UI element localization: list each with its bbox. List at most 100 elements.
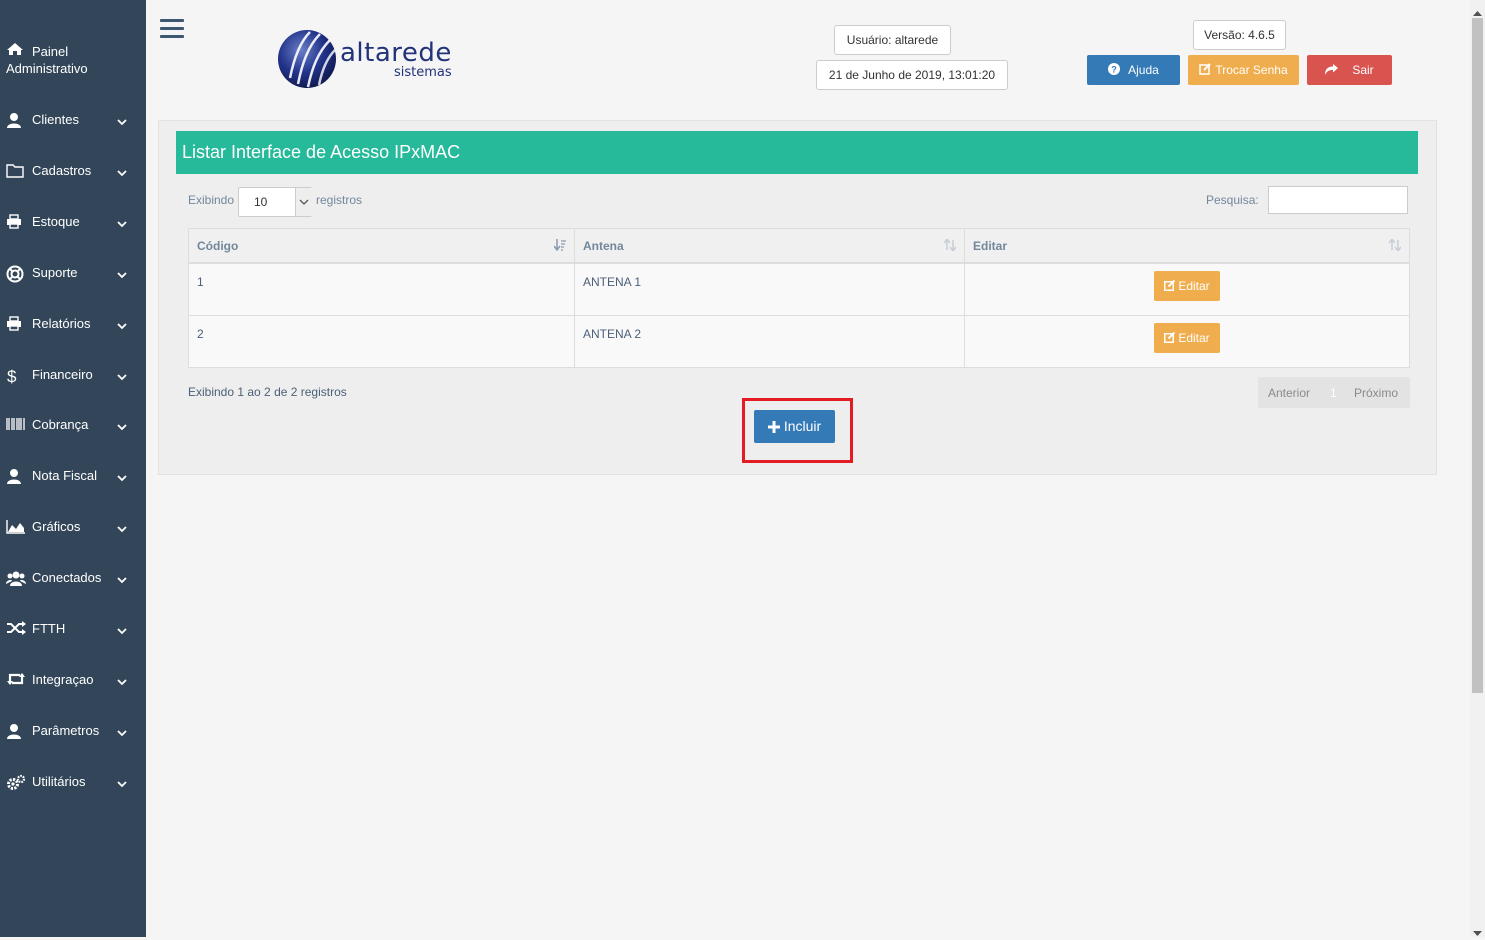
cell-editar: Editar — [964, 315, 1410, 368]
printer-icon — [6, 214, 26, 230]
exit-button[interactable]: Sair — [1307, 55, 1392, 85]
cell-codigo: 2 — [188, 315, 575, 368]
sidebar-item-financeiro[interactable]: $ Financeiro — [0, 358, 146, 392]
sort-both-icon — [1388, 237, 1402, 254]
help-button[interactable]: ? Ajuda — [1087, 55, 1180, 85]
sidebar-item-label: Cadastros — [32, 162, 92, 178]
user-icon — [6, 723, 26, 739]
chevron-down-icon — [117, 777, 127, 787]
sidebar-item-parâmetros[interactable]: Parâmetros — [0, 714, 146, 748]
include-label: Incluir — [783, 418, 822, 434]
sidebar-item-gráficos[interactable]: Gráficos — [0, 510, 146, 544]
sidebar-item-label: Financeiro — [32, 366, 93, 382]
column-header-codigo[interactable]: Código — [188, 228, 575, 264]
chevron-down-icon — [117, 319, 127, 329]
panel-title-bar: Listar Interface de Acesso IPxMAC — [176, 131, 1418, 174]
sidebar-item-label: Clientes — [32, 112, 79, 127]
cogs-icon — [6, 774, 26, 790]
logo-subtext: sistemas — [394, 65, 452, 80]
sidebar-item-label: Cobrança — [32, 417, 89, 433]
chevron-down-icon — [117, 217, 127, 228]
length-prefix: Exibindo — [188, 193, 235, 207]
column-header-antena[interactable]: Antena — [574, 228, 965, 264]
sidebar-item-integraçao[interactable]: Integraçao — [0, 663, 146, 697]
cell-codigo: 1 — [188, 262, 575, 316]
sidebar-item-label: Parâmetros — [32, 722, 100, 738]
sidebar-item-cobrança[interactable]: Cobrança — [0, 408, 146, 442]
sidebar-home-sublabel: Administrativo — [6, 61, 88, 76]
retweet-icon — [6, 672, 26, 688]
chevron-down-icon — [117, 166, 127, 177]
sidebar-item-label: Conectados — [32, 570, 102, 586]
page-length-select[interactable]: 10 — [238, 187, 312, 217]
dollar-icon: $ — [6, 367, 26, 386]
sidebar-item-label: Nota Fiscal — [32, 468, 98, 484]
exit-label: Sair — [1352, 63, 1374, 77]
table-row: 2 ANTENA 2 Editar — [188, 315, 1410, 368]
sort-both-icon — [943, 237, 957, 254]
page-scrollbar[interactable] — [1470, 0, 1485, 937]
pagination-page[interactable]: 1 — [1330, 386, 1337, 400]
svg-text:?: ? — [1111, 64, 1117, 74]
chevron-down-icon[interactable] — [295, 188, 312, 216]
search-input[interactable] — [1268, 186, 1408, 214]
sidebar-item-utilitários[interactable]: Utilitários — [0, 765, 146, 799]
users-icon — [6, 570, 26, 587]
include-button[interactable]: Incluir — [754, 410, 835, 443]
chevron-down-icon — [117, 471, 127, 482]
edit-icon — [1164, 279, 1176, 291]
sidebar-item-relatórios[interactable]: Relatórios — [0, 307, 146, 341]
edit-icon — [1164, 331, 1176, 343]
chevron-down-icon — [117, 522, 127, 533]
help-label: Ajuda — [1128, 63, 1159, 77]
sidebar-item-label: Suporte — [32, 264, 78, 280]
scroll-down-icon[interactable] — [1473, 925, 1482, 940]
version-badge: Versão: 4.6.5 — [1193, 20, 1286, 50]
change-password-label: Trocar Senha — [1215, 63, 1288, 77]
sidebar-item-label: FTTH — [32, 621, 66, 636]
scrollbar-thumb[interactable] — [1472, 18, 1483, 693]
sidebar-item-clientes[interactable]: Clientes — [0, 103, 146, 137]
sidebar-home-label: Painel — [32, 44, 69, 59]
table-info: Exibindo 1 ao 2 de 2 registros — [188, 385, 347, 399]
sidebar-item-estoque[interactable]: Estoque — [0, 205, 146, 239]
cell-editar: Editar — [964, 262, 1410, 316]
chevron-down-icon — [117, 675, 127, 686]
area-chart-icon — [6, 519, 26, 535]
sidebar-item-ftth[interactable]: FTTH — [0, 612, 146, 646]
sidebar-item-label: Gráficos — [32, 519, 81, 535]
column-header-editar[interactable]: Editar — [964, 228, 1410, 264]
sidebar-item-label: Integraçao — [32, 671, 94, 687]
user-icon — [6, 468, 26, 485]
user-icon — [6, 112, 26, 128]
sidebar-item-label: Relatórios — [32, 315, 91, 331]
edit-button[interactable]: Editar — [1154, 271, 1220, 301]
folder-icon — [6, 163, 26, 179]
search-label: Pesquisa: — [1206, 193, 1259, 207]
scroll-up-icon[interactable] — [1473, 4, 1482, 19]
edit-button[interactable]: Editar — [1154, 323, 1220, 353]
sidebar-item-suporte[interactable]: Suporte — [0, 256, 146, 290]
sidebar-item-cadastros[interactable]: Cadastros — [0, 154, 146, 188]
pagination-previous[interactable]: Anterior — [1268, 386, 1310, 400]
pagination-next[interactable]: Próximo — [1354, 386, 1398, 400]
data-table: Código Antena Editar 1 ANTENA 1 Editar 2… — [188, 228, 1410, 368]
random-icon — [6, 621, 26, 637]
logo-globe-icon — [278, 30, 336, 88]
cell-antena: ANTENA 2 — [574, 315, 965, 368]
lifebuoy-icon — [6, 265, 26, 283]
menu-toggle-icon[interactable] — [160, 19, 184, 39]
chevron-down-icon — [117, 726, 127, 737]
length-suffix: registros — [316, 193, 363, 207]
logo: altarede sistemas — [276, 28, 466, 92]
sidebar-item-nota-fiscal[interactable]: Nota Fiscal — [0, 459, 146, 493]
cell-antena: ANTENA 1 — [574, 262, 965, 316]
barcode-icon — [6, 417, 26, 433]
datetime-badge: 21 de Junho de 2019, 13:01:20 — [816, 60, 1008, 90]
sidebar-item-conectados[interactable]: Conectados — [0, 561, 146, 595]
user-badge: Usuário: altarede — [834, 25, 951, 55]
chevron-down-icon — [117, 420, 127, 431]
chevron-down-icon — [117, 624, 127, 635]
change-password-button[interactable]: Trocar Senha — [1188, 55, 1299, 85]
share-icon — [1325, 56, 1339, 86]
